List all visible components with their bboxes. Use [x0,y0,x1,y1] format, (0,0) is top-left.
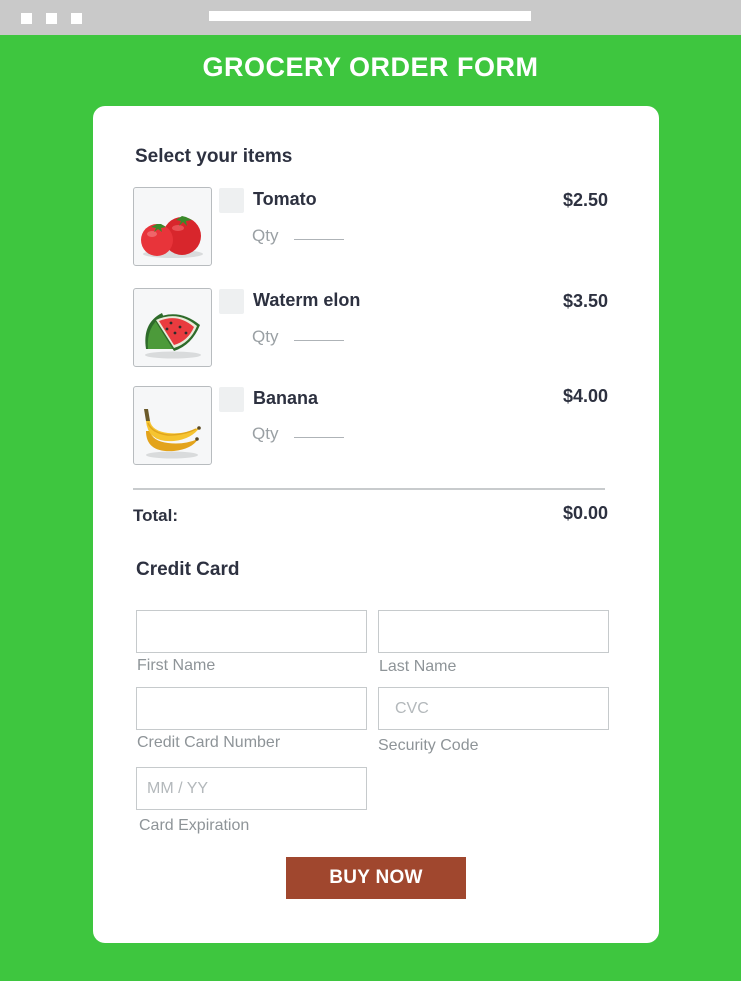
item-price-tomato: $2.50 [562,190,608,210]
credit-card-heading: Credit Card [136,559,240,580]
card-number-input[interactable] [136,687,367,730]
tomato-icon [141,216,203,258]
banana-checkbox[interactable] [219,387,244,412]
window-minimize-control[interactable] [46,13,57,24]
window-maximize-control[interactable] [71,13,82,24]
watermelon-icon [145,313,201,359]
qty-label-watermelon: Qty [252,327,279,346]
address-bar[interactable] [209,11,531,21]
qty-label-tomato: Qty [252,226,279,245]
qty-label-banana: Qty [252,424,279,443]
banana-thumbnail [133,386,212,465]
qty-input-watermelon[interactable] [294,323,344,341]
tomato-checkbox[interactable] [219,188,244,213]
last-name-label: Last Name [379,658,457,675]
total-label: Total: [133,506,179,525]
select-items-heading: Select your items [135,146,293,167]
watermelon-checkbox[interactable] [219,289,244,314]
item-name-banana: Banana [253,388,319,408]
banana-icon [144,409,201,459]
buy-now-button[interactable]: BUY NOW [286,857,466,899]
security-code-label: Security Code [378,737,479,754]
browser-chrome [0,0,741,35]
page-title: GROCERY ORDER FORM [202,52,539,82]
watermelon-thumbnail [133,288,212,367]
security-code-input[interactable] [378,687,609,730]
item-price-watermelon: $3.50 [562,291,608,311]
item-price-banana: $4.00 [562,386,608,406]
window-close-control[interactable] [21,13,32,24]
first-name-input[interactable] [136,610,367,653]
tomato-thumbnail [133,187,212,266]
order-form-card: Select your items Tomato $2.50 Qty Water… [93,106,659,943]
total-value: $0.00 [562,503,608,523]
card-number-label: Credit Card Number [137,734,281,751]
card-expiration-input[interactable] [136,767,367,810]
last-name-input[interactable] [378,610,609,653]
item-name-watermelon: Waterm elon [253,290,361,310]
item-name-tomato: Tomato [253,189,317,209]
qty-input-tomato[interactable] [294,222,344,240]
items-divider [133,488,605,490]
card-expiration-label: Card Expiration [139,817,250,834]
qty-input-banana[interactable] [294,420,344,438]
first-name-label: First Name [137,657,216,674]
